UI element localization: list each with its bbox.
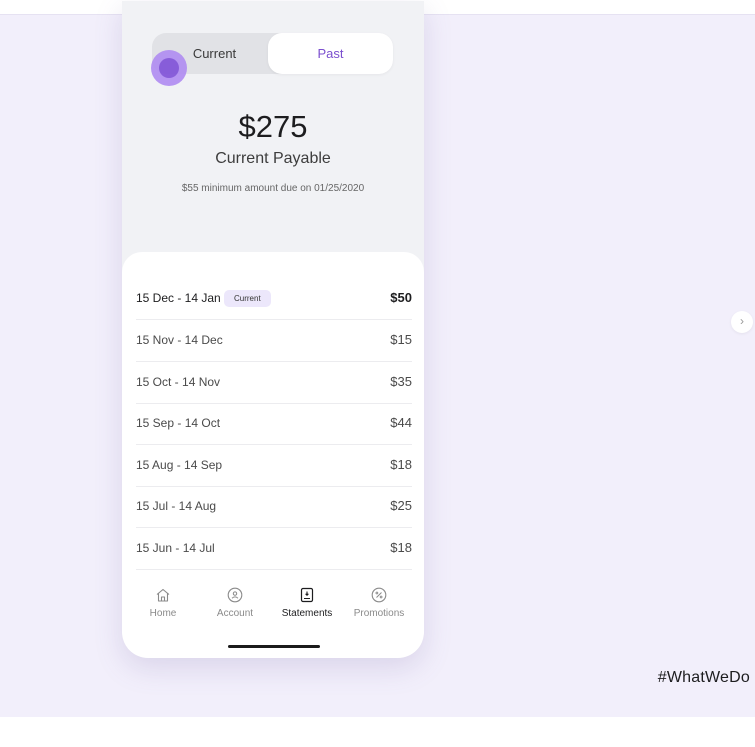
home-icon <box>155 587 171 603</box>
statements-icon <box>299 587 315 603</box>
home-indicator <box>228 645 320 648</box>
account-icon <box>227 587 243 603</box>
statement-amount: $15 <box>390 332 412 347</box>
statement-period: 15 Oct - 14 Nov <box>136 375 221 389</box>
promotions-icon <box>371 587 387 603</box>
tab-past[interactable]: Past <box>268 33 393 74</box>
statement-row[interactable]: 15 Sep - 14 Oct $44 <box>136 403 412 445</box>
nav-home[interactable]: Home <box>125 587 201 619</box>
hashtag-label: #WhatWeDo <box>657 669 750 686</box>
statement-amount: $18 <box>390 540 412 555</box>
statement-amount: $44 <box>390 415 412 430</box>
statement-amount: $18 <box>390 457 412 472</box>
statement-toggle: Current Past <box>152 33 393 74</box>
statement-row[interactable]: 15 Oct - 14 Nov $35 <box>136 362 412 404</box>
nav-label: Promotions <box>353 608 405 619</box>
statement-period: 15 Jul - 14 Aug <box>136 499 217 513</box>
statement-row[interactable]: 15 Aug - 14 Sep $18 <box>136 445 412 487</box>
statement-list-card: 15 Dec - 14 Jan Current $50 15 Nov - 14 … <box>122 252 424 658</box>
nav-promotions[interactable]: Promotions <box>341 587 417 619</box>
touch-indicator <box>151 50 187 86</box>
phone-mockup: Current Past $275 Current Payable $55 mi… <box>122 1 424 658</box>
nav-label: Account <box>216 608 254 619</box>
bottom-nav: Home Account Statements Promotions <box>122 587 424 637</box>
statement-period: 15 Nov - 14 Dec <box>136 333 223 347</box>
payable-label: Current Payable <box>215 150 331 167</box>
nav-label: Statements <box>281 608 333 619</box>
statement-period: 15 Dec - 14 Jan <box>136 291 221 305</box>
payable-amount: $275 <box>238 109 308 144</box>
chevron-right-icon: › <box>740 314 744 328</box>
statement-row[interactable]: 15 Nov - 14 Dec $15 <box>136 320 412 362</box>
statement-amount: $25 <box>390 498 412 513</box>
nav-label: Home <box>149 608 177 619</box>
nav-account[interactable]: Account <box>197 587 273 619</box>
statement-period: 15 Jun - 14 Jul <box>136 541 215 555</box>
statement-amount: $35 <box>390 374 412 389</box>
statement-period: 15 Aug - 14 Sep <box>136 458 223 472</box>
current-badge: Current <box>224 290 271 307</box>
statement-amount: $50 <box>390 290 412 305</box>
nav-statements[interactable]: Statements <box>269 587 345 619</box>
statement-row[interactable]: 15 Dec - 14 Jan Current $50 <box>136 278 412 320</box>
showcase-background: Current Past $275 Current Payable $55 mi… <box>0 1 755 717</box>
statement-row[interactable]: 15 Jul - 14 Aug $25 <box>136 486 412 528</box>
next-arrow-button[interactable]: › <box>731 311 753 333</box>
minimum-due-note: $55 minimum amount due on 01/25/2020 <box>181 183 365 194</box>
statement-row[interactable]: 15 Jun - 14 Jul $18 <box>136 528 412 570</box>
statement-period: 15 Sep - 14 Oct <box>136 416 221 430</box>
